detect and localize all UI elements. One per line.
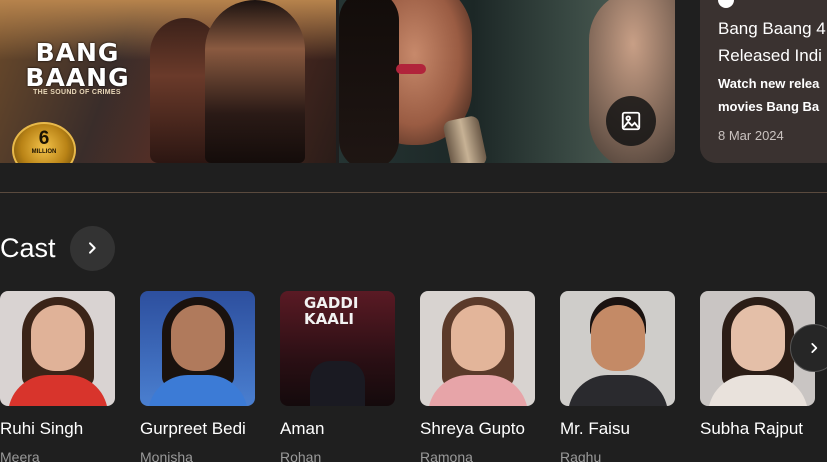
cast-card[interactable]: Shreya Gupto Ramona — [420, 291, 535, 462]
image-icon — [621, 111, 641, 131]
cast-photo-face — [451, 305, 505, 371]
section-divider — [0, 192, 827, 193]
cast-role: Raghu — [560, 449, 602, 462]
cast-name: Gurpreet Bedi — [140, 419, 246, 438]
cast-name: Ruhi Singh — [0, 419, 84, 438]
cast-photo-outfit — [568, 375, 668, 406]
cast-card[interactable]: GADDI KAALI Aman Rohan — [280, 291, 395, 462]
poster-image[interactable]: BANG BAANG THE SOUND OF CRIMES 6 MILLION — [0, 0, 336, 163]
photo-hair — [339, 0, 399, 163]
cast-photo-face — [591, 305, 645, 371]
gallery-button[interactable] — [606, 96, 656, 146]
cast-name: Aman — [280, 419, 325, 438]
cast-card[interactable]: Ruhi Singh Meera — [0, 291, 115, 462]
news-date: 8 Mar 2024 — [718, 128, 784, 143]
cast-card[interactable]: Subha Rajput — [700, 291, 815, 449]
cast-photo — [560, 291, 675, 406]
cast-role: Ramona — [420, 449, 473, 462]
cast-photo: GADDI KAALI — [280, 291, 395, 406]
cast-photo — [0, 291, 115, 406]
poster-figure-man — [205, 0, 305, 163]
cast-photo-face — [171, 305, 225, 371]
cast-name: Shreya Gupto — [420, 419, 525, 438]
cast-card[interactable]: Gurpreet Bedi Monisha — [140, 291, 255, 462]
poster-title: BANG BAANG — [25, 38, 130, 92]
cast-name: Mr. Faisu — [560, 419, 630, 438]
cast-role: Meera — [0, 449, 40, 462]
cast-photo-face — [31, 305, 85, 371]
cast-header: Cast — [0, 225, 115, 271]
cast-photo-overlay-text: GADDI KAALI — [304, 294, 359, 328]
news-source-icon — [718, 0, 734, 8]
cast-role: Monisha — [140, 449, 193, 462]
cast-photo — [140, 291, 255, 406]
chevron-right-icon — [811, 343, 818, 353]
cast-photo — [420, 291, 535, 406]
news-subtitle-line-2: movies Bang Ba — [718, 99, 820, 114]
news-card[interactable]: Bang Baang 4 Released Indi Watch new rel… — [700, 0, 827, 163]
cast-more-button[interactable] — [69, 225, 115, 271]
cast-heading[interactable]: Cast — [0, 233, 56, 264]
news-title-line-1: Bang Baang 4 — [718, 19, 826, 38]
cast-list: Ruhi Singh Meera Gurpreet Bedi Monisha G… — [0, 291, 827, 462]
cast-name: Subha Rajput — [700, 419, 804, 438]
news-subtitle-line-1: Watch new relea — [718, 76, 820, 91]
photo-flask — [442, 114, 488, 163]
cast-role: Rohan — [280, 449, 322, 462]
cast-photo-figure — [310, 361, 365, 406]
poster-tagline: THE SOUND OF CRIMES — [33, 89, 121, 96]
million-badge: 6 MILLION — [12, 122, 76, 163]
media-strip: BANG BAANG THE SOUND OF CRIMES 6 MILLION… — [0, 0, 827, 163]
badge-unit: MILLION — [31, 149, 57, 155]
chevron-right-icon — [89, 242, 96, 254]
badge-number: 6 — [38, 128, 50, 149]
photo-lips — [396, 64, 426, 74]
news-title-line-2: Released Indi — [718, 46, 822, 65]
cast-card[interactable]: Mr. Faisu Raghu — [560, 291, 675, 462]
cast-photo-face — [731, 305, 785, 371]
